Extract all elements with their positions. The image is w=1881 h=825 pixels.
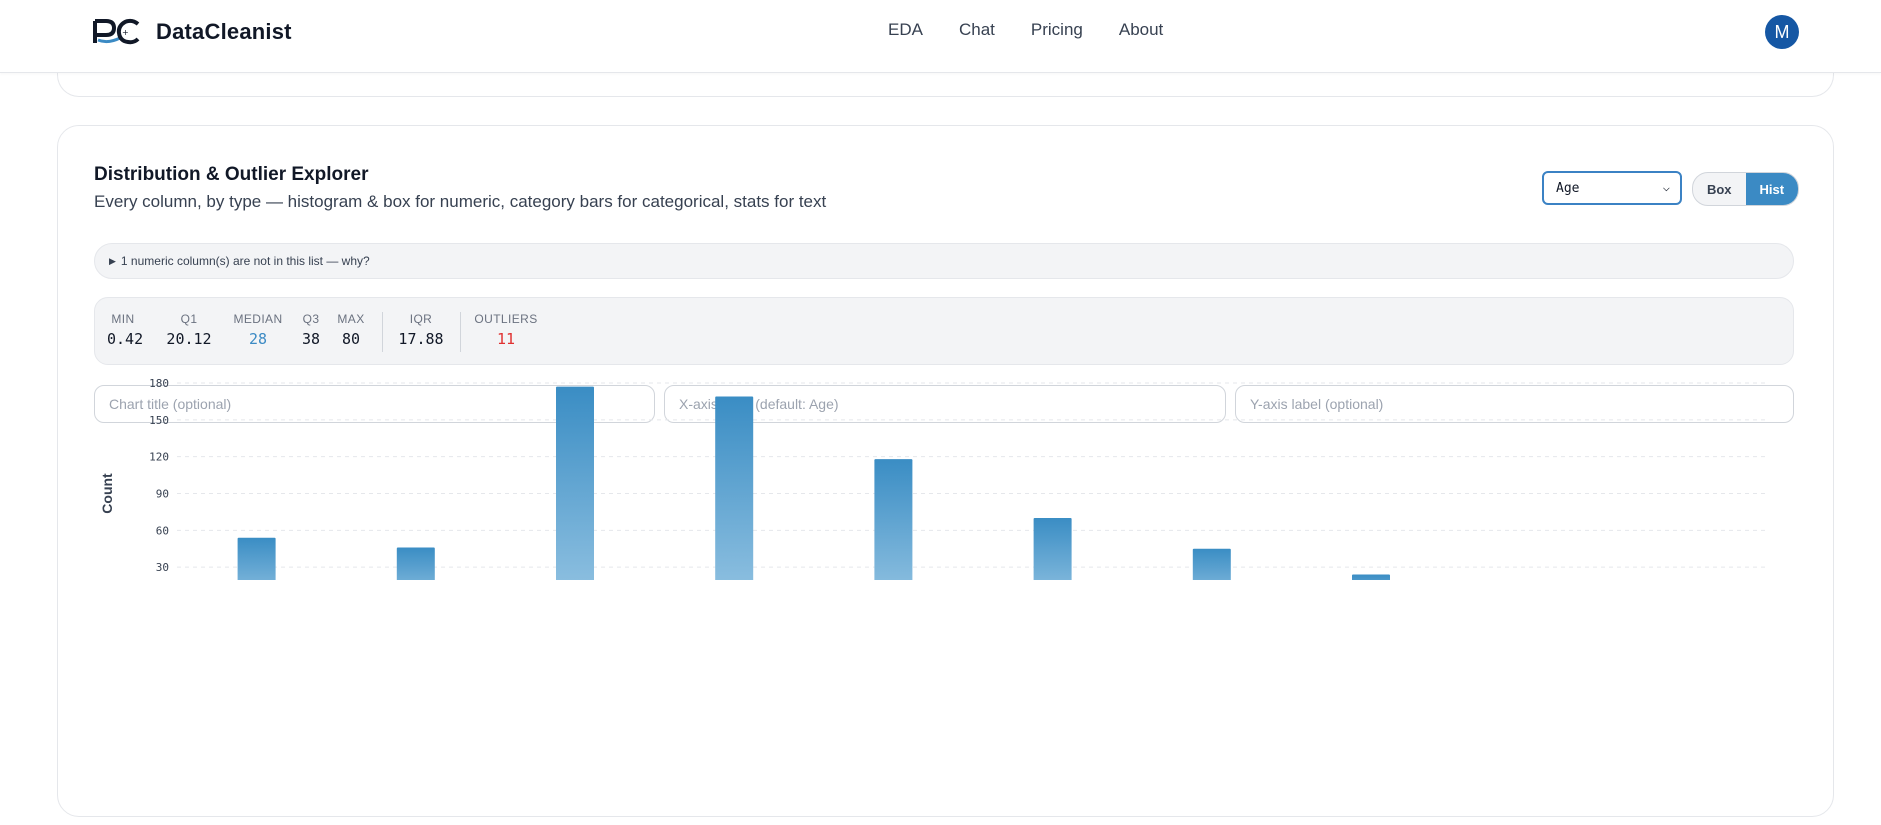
- svg-text:+: +: [122, 28, 129, 37]
- y-tick-label: 120: [149, 451, 169, 464]
- view-toggle: Box Hist: [1692, 172, 1799, 206]
- y-tick-label: 60: [156, 524, 169, 537]
- nav-link-eda[interactable]: EDA: [888, 20, 923, 40]
- y-axis-title: Count: [99, 473, 115, 514]
- histogram-bar: [556, 386, 594, 580]
- box-view-button[interactable]: Box: [1693, 173, 1746, 205]
- histogram-bar: [874, 459, 913, 580]
- nav-link-pricing[interactable]: Pricing: [1031, 20, 1083, 40]
- histogram-bar: [1192, 548, 1231, 580]
- card-title: Distribution & Outlier Explorer: [94, 164, 369, 185]
- top-navbar: + DataCleanist EDA Chat Pricing About M: [0, 0, 1881, 73]
- chevron-down-icon: ⌵: [1662, 180, 1670, 194]
- nav-links: EDA Chat Pricing About: [888, 20, 1163, 40]
- histogram-bar: [715, 396, 754, 580]
- datacleanist-logo-icon: +: [93, 18, 140, 45]
- card-subtitle: Every column, by type — histogram & box …: [94, 192, 827, 211]
- hist-view-button[interactable]: Hist: [1745, 173, 1798, 205]
- y-tick-label: 180: [149, 377, 169, 390]
- brand-name: DataCleanist: [156, 19, 292, 44]
- user-avatar[interactable]: M: [1765, 15, 1799, 49]
- histogram-bar: [1033, 518, 1072, 580]
- column-select[interactable]: Age ⌵: [1542, 171, 1682, 205]
- brand-logo[interactable]: + DataCleanist: [92, 18, 292, 46]
- histogram-bar: [1352, 574, 1390, 580]
- histogram-bar: [237, 537, 276, 580]
- column-select-value: Age: [1556, 180, 1580, 196]
- y-tick-label: 90: [156, 488, 169, 501]
- y-tick-label: 150: [149, 414, 169, 427]
- y-tick-label: 30: [156, 561, 169, 574]
- histogram-bar: [396, 547, 435, 580]
- age-histogram-chart: 03060901201501800.4-8.48.4-16.316.3-24.3…: [99, 377, 1769, 580]
- nav-link-chat[interactable]: Chat: [959, 20, 995, 40]
- distribution-explorer-card: Distribution & Outlier Explorer Every co…: [57, 125, 1834, 817]
- nav-link-about[interactable]: About: [1119, 20, 1163, 40]
